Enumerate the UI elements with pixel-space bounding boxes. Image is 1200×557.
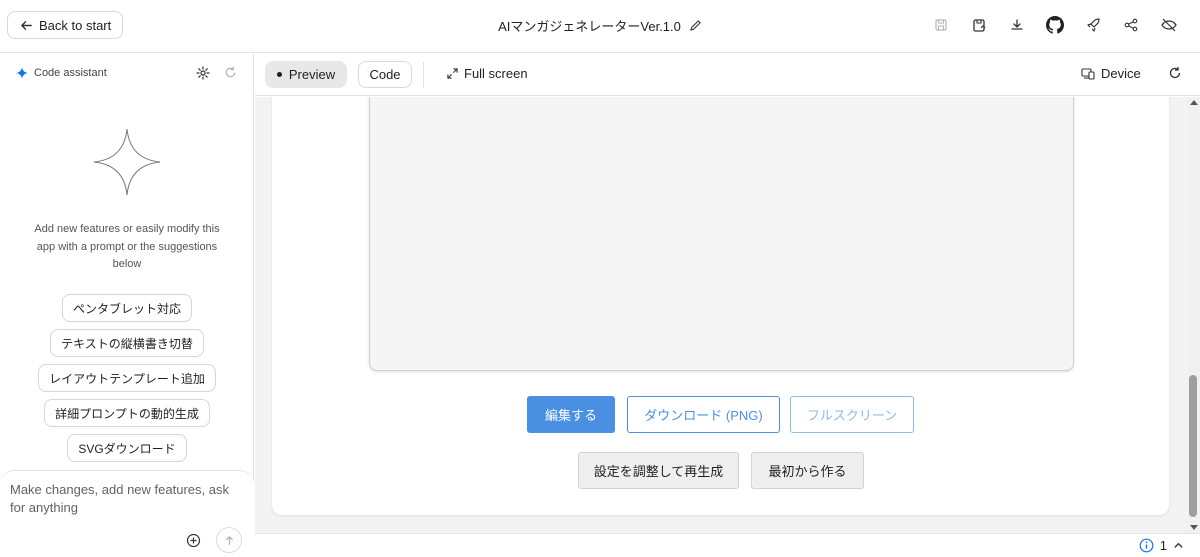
send-button[interactable] (216, 527, 242, 553)
code-assistant-panel: Code assistant Add new features or easil… (0, 54, 254, 557)
github-icon[interactable] (1036, 12, 1074, 38)
suggestion-chip[interactable]: ペンタブレット対応 (61, 294, 192, 322)
settings-gear-icon[interactable] (196, 66, 210, 80)
expand-icon (447, 68, 458, 79)
status-bar: 1 (255, 533, 1200, 557)
top-bar: Back to start AIマンガジェネレーターVer.1.0 (0, 0, 1200, 53)
app-title: AIマンガジェネレーターVer.1.0 (498, 19, 681, 34)
download-icon[interactable] (998, 12, 1036, 38)
sparkle-outline-icon (93, 128, 161, 196)
full-screen-button[interactable]: Full screen (447, 66, 528, 81)
scroll-up-icon[interactable] (1190, 100, 1198, 105)
app-card: 編集する ダウンロード (PNG) フルスクリーン 設定を調整して再生成 最初か… (272, 97, 1169, 515)
issue-count: 1 (1159, 538, 1167, 553)
preview-scrollbar[interactable] (1187, 97, 1200, 533)
save-icon[interactable] (922, 12, 960, 38)
tab-preview-label: Preview (288, 67, 336, 82)
preview-toolbar: Preview Code Full screen Device (255, 54, 1200, 96)
active-dot-icon (276, 72, 282, 77)
tab-preview[interactable]: Preview (265, 61, 347, 88)
hide-icon[interactable] (1150, 12, 1188, 38)
refresh-icon[interactable] (224, 66, 237, 79)
regenerate-button[interactable]: 設定を調整して再生成 (578, 452, 739, 489)
save-as-icon[interactable] (960, 12, 998, 38)
arrow-left-icon (21, 20, 32, 30)
device-icon (1081, 67, 1095, 80)
edit-pencil-icon[interactable] (689, 19, 702, 32)
edit-button[interactable]: 編集する (527, 396, 615, 433)
reload-icon[interactable] (1168, 66, 1182, 80)
add-circle-icon[interactable] (186, 533, 201, 548)
prompt-placeholder: Make changes, add new features, ask for … (10, 482, 229, 515)
issues-indicator[interactable]: 1 (1139, 538, 1184, 553)
toolbar-divider (423, 62, 424, 88)
back-to-start-button[interactable]: Back to start (7, 11, 123, 39)
tab-code[interactable]: Code (358, 61, 412, 88)
suggestion-chip[interactable]: レイアウトテンプレート追加 (38, 364, 216, 392)
device-label: Device (1101, 66, 1141, 81)
back-to-start-label: Back to start (39, 17, 112, 33)
app-preview-area: 編集する ダウンロード (PNG) フルスクリーン 設定を調整して再生成 最初か… (255, 97, 1187, 533)
suggestion-list: ペンタブレット対応 テキストの縦横書き切替 レイアウトテンプレート追加 詳細プロ… (0, 294, 254, 462)
scroll-down-icon[interactable] (1190, 525, 1198, 530)
fullscreen-app-button[interactable]: フルスクリーン (790, 396, 914, 433)
full-screen-label: Full screen (464, 66, 528, 81)
sparkle-icon (16, 67, 28, 79)
scrollbar-thumb[interactable] (1189, 375, 1197, 517)
assistant-intro-text: Add new features or easily modify this a… (34, 223, 220, 270)
deploy-rocket-icon[interactable] (1074, 12, 1112, 38)
restart-button[interactable]: 最初から作る (751, 452, 864, 489)
device-button[interactable]: Device (1081, 66, 1141, 81)
tab-code-label: Code (369, 67, 401, 82)
arrow-up-icon (225, 535, 233, 545)
download-png-button[interactable]: ダウンロード (PNG) (627, 396, 780, 433)
suggestion-chip[interactable]: 詳細プロンプトの動的生成 (44, 399, 210, 427)
prompt-input[interactable]: Make changes, add new features, ask for … (0, 470, 254, 557)
share-icon[interactable] (1112, 12, 1150, 38)
suggestion-chip[interactable]: テキストの縦横書き切替 (50, 329, 204, 357)
code-assistant-label: Code assistant (34, 67, 107, 79)
suggestion-chip[interactable]: SVGダウンロード (67, 434, 187, 462)
chevron-up-icon[interactable] (1173, 540, 1184, 551)
info-icon (1139, 538, 1154, 553)
manga-canvas[interactable] (369, 97, 1074, 371)
